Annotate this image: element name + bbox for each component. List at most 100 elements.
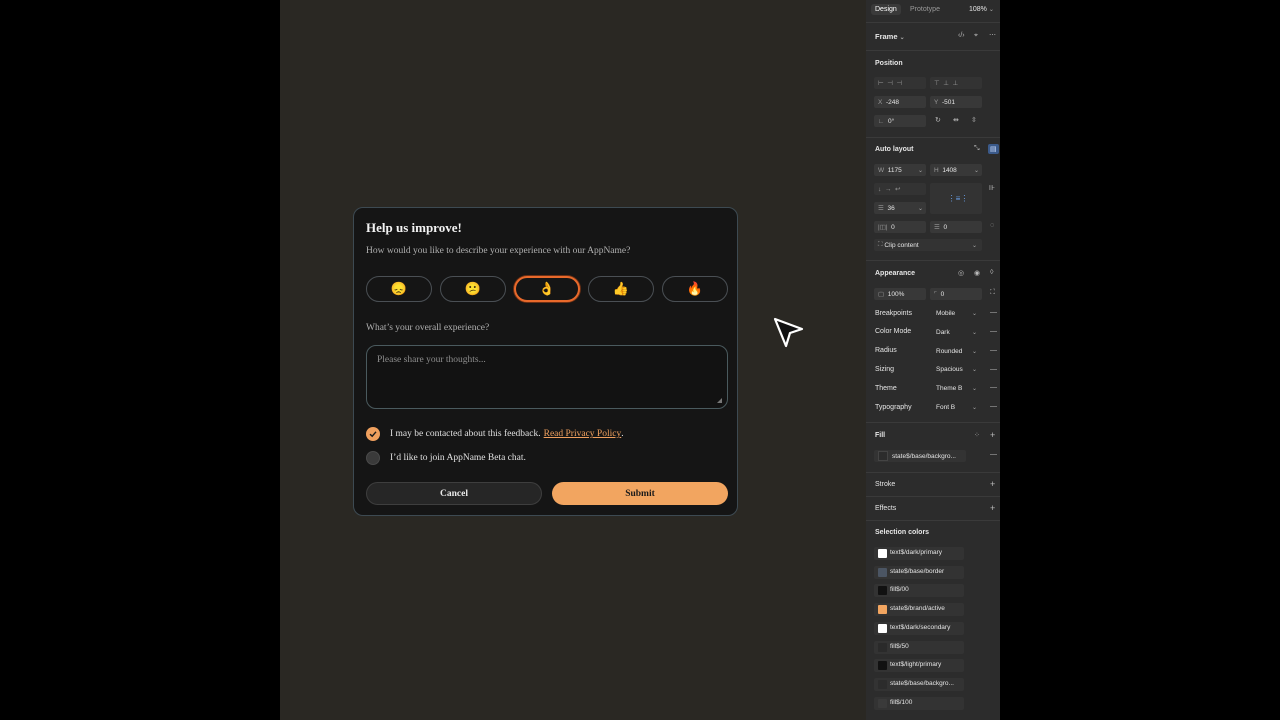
x-field[interactable]: X -248	[874, 96, 926, 108]
typography-select[interactable]: Font B ⌄	[932, 401, 980, 413]
eye-icon[interactable]: ◉	[974, 269, 980, 277]
flip-horizontal-icon[interactable]: ⇹	[953, 116, 959, 124]
sizing-select[interactable]: Spacious ⌄	[932, 363, 980, 375]
gap-field[interactable]: ☰ 36 ⌄	[874, 202, 926, 214]
horizontal-align-buttons[interactable]: ⊢ ⊣ ⊣	[874, 77, 926, 89]
selection-color-row[interactable]: fill$/00	[874, 584, 964, 598]
padding-horizontal-value: 0	[891, 223, 895, 231]
code-icon[interactable]: ‹/›	[958, 32, 965, 39]
prop-value: Font B	[936, 403, 956, 411]
color-swatch[interactable]	[878, 549, 887, 558]
drop-icon[interactable]: ◊	[990, 269, 993, 276]
frame-label[interactable]: Frame ⌄	[875, 32, 905, 41]
thoughts-textarea[interactable]: Please share your thoughts...	[366, 345, 728, 409]
color-swatch[interactable]	[878, 623, 887, 633]
corner-radius-field[interactable]: ⌜ 0	[930, 288, 982, 300]
color-swatch[interactable]	[878, 567, 887, 577]
remove-icon[interactable]: —	[990, 328, 997, 335]
selection-color-row[interactable]: text$/dark/secondary	[874, 621, 964, 635]
remove-icon[interactable]: —	[990, 384, 997, 391]
resize-icon[interactable]: ⤡	[974, 145, 980, 153]
horizontal-padding-field[interactable]: |◫| 0	[874, 221, 926, 233]
vertical-padding-field[interactable]: ☰ 0	[930, 221, 982, 233]
remove-fill-icon[interactable]: —	[990, 451, 997, 458]
auto-layout-toggle-icon[interactable]: ▤	[988, 144, 999, 154]
settings-icon[interactable]: ⊪	[989, 184, 995, 192]
color-swatch[interactable]	[878, 698, 887, 708]
fill-title: Fill	[875, 432, 886, 439]
color-swatch[interactable]	[878, 605, 887, 615]
prop-value: Rounded	[936, 347, 963, 355]
tab-prototype[interactable]: Prototype	[910, 6, 940, 13]
expand-corners-icon[interactable]: ⛶	[990, 289, 995, 297]
alignment-grid[interactable]: ⋮≡⋮	[930, 183, 982, 214]
variable-icon[interactable]: ◎	[958, 269, 964, 277]
height-field[interactable]: H 1408 ⌄	[930, 164, 982, 176]
rotation-field[interactable]: ∟ 0°	[874, 115, 926, 127]
direction-buttons[interactable]: ↓ → ↩	[874, 183, 926, 195]
add-effect-icon[interactable]: +	[990, 503, 995, 513]
divider	[866, 472, 1000, 473]
contact-checkbox[interactable]	[366, 427, 380, 441]
tab-design[interactable]: Design	[871, 4, 901, 15]
design-canvas[interactable]: Help us improve! How would you like to d…	[280, 0, 866, 720]
padding-options-icon[interactable]: ◌	[990, 222, 994, 229]
remove-icon[interactable]: —	[990, 309, 997, 316]
rating-button-thumbs-up[interactable]: 👍	[588, 276, 654, 302]
breakpoints-select[interactable]: Mobile ⌄	[932, 307, 980, 319]
radius-select[interactable]: Rounded ⌄	[932, 345, 980, 357]
add-stroke-icon[interactable]: +	[990, 479, 995, 489]
gap-icon: ☰	[878, 205, 884, 212]
color-swatch[interactable]	[878, 661, 887, 671]
component-icon[interactable]: ⌖	[974, 32, 978, 40]
vertical-align-buttons[interactable]: ⊤ ⊥ ⊥	[930, 77, 982, 89]
rating-button-fire[interactable]: 🔥	[662, 276, 728, 302]
disappointed-face-icon: 😞	[390, 281, 408, 296]
textarea-placeholder: Please share your thoughts...	[377, 355, 486, 365]
emoji-rating-row: 😞 😕 👌 👍 🔥	[366, 276, 728, 302]
clip-icon: ⛶	[878, 241, 883, 248]
remove-icon[interactable]: —	[990, 403, 997, 410]
rotate-icon[interactable]: ↻	[935, 116, 941, 124]
zoom-level[interactable]: 108% ⌄	[969, 6, 994, 13]
color-swatch[interactable]	[878, 642, 887, 652]
styles-grid-icon[interactable]: ⁘	[974, 431, 980, 439]
selection-color-row[interactable]: state$/base/backgro...	[874, 677, 964, 691]
flip-vertical-icon[interactable]: ⇳	[971, 116, 977, 124]
remove-icon[interactable]: —	[990, 366, 997, 373]
divider	[866, 422, 1000, 423]
clip-content-toggle[interactable]: ⛶ Clip content ⌄	[874, 239, 982, 251]
overall-experience-label: What’s your overall experience?	[366, 323, 490, 333]
add-fill-icon[interactable]: +	[990, 430, 995, 440]
resize-handle-icon[interactable]	[717, 398, 722, 403]
submit-button[interactable]: Submit	[552, 482, 728, 505]
selection-color-row[interactable]: state$/brand/active	[874, 603, 964, 617]
selection-color-row[interactable]: text$/light/primary	[874, 659, 964, 673]
color-swatch[interactable]	[878, 586, 887, 596]
contact-consent-row: I may be contacted about this feedback. …	[366, 427, 624, 441]
width-field[interactable]: W 1175 ⌄	[874, 164, 926, 176]
prop-value: Theme B	[936, 384, 963, 392]
color-mode-select[interactable]: Dark ⌄	[932, 326, 980, 338]
remove-icon[interactable]: —	[990, 347, 997, 354]
selection-color-label: state$/brand/active	[890, 605, 945, 613]
h-label: H	[934, 166, 939, 174]
selection-color-row[interactable]: state$/base/border	[874, 565, 964, 579]
clip-content-label: Clip content	[884, 241, 919, 249]
privacy-policy-link[interactable]: Read Privacy Policy	[544, 429, 622, 439]
rating-button-confused[interactable]: 😕	[440, 276, 506, 302]
more-icon[interactable]: ⋯	[989, 31, 996, 39]
selection-color-row[interactable]: fill$/50	[874, 640, 964, 654]
opacity-field[interactable]: ▢ 100%	[874, 288, 926, 300]
color-swatch[interactable]	[878, 679, 887, 689]
fill-style-field[interactable]: state$/base/backgro...	[874, 450, 966, 462]
cancel-button[interactable]: Cancel	[366, 482, 542, 505]
selection-color-row[interactable]: fill$/100	[874, 696, 964, 710]
rating-button-disappointed[interactable]: 😞	[366, 276, 432, 302]
rating-button-ok-selected[interactable]: 👌	[514, 276, 580, 302]
theme-select[interactable]: Theme B ⌄	[932, 382, 980, 394]
beta-checkbox[interactable]	[366, 451, 380, 465]
selection-color-row[interactable]: text$/dark/primary	[874, 547, 964, 560]
y-field[interactable]: Y -501	[930, 96, 982, 108]
chevron-down-icon: ⌄	[988, 7, 994, 13]
